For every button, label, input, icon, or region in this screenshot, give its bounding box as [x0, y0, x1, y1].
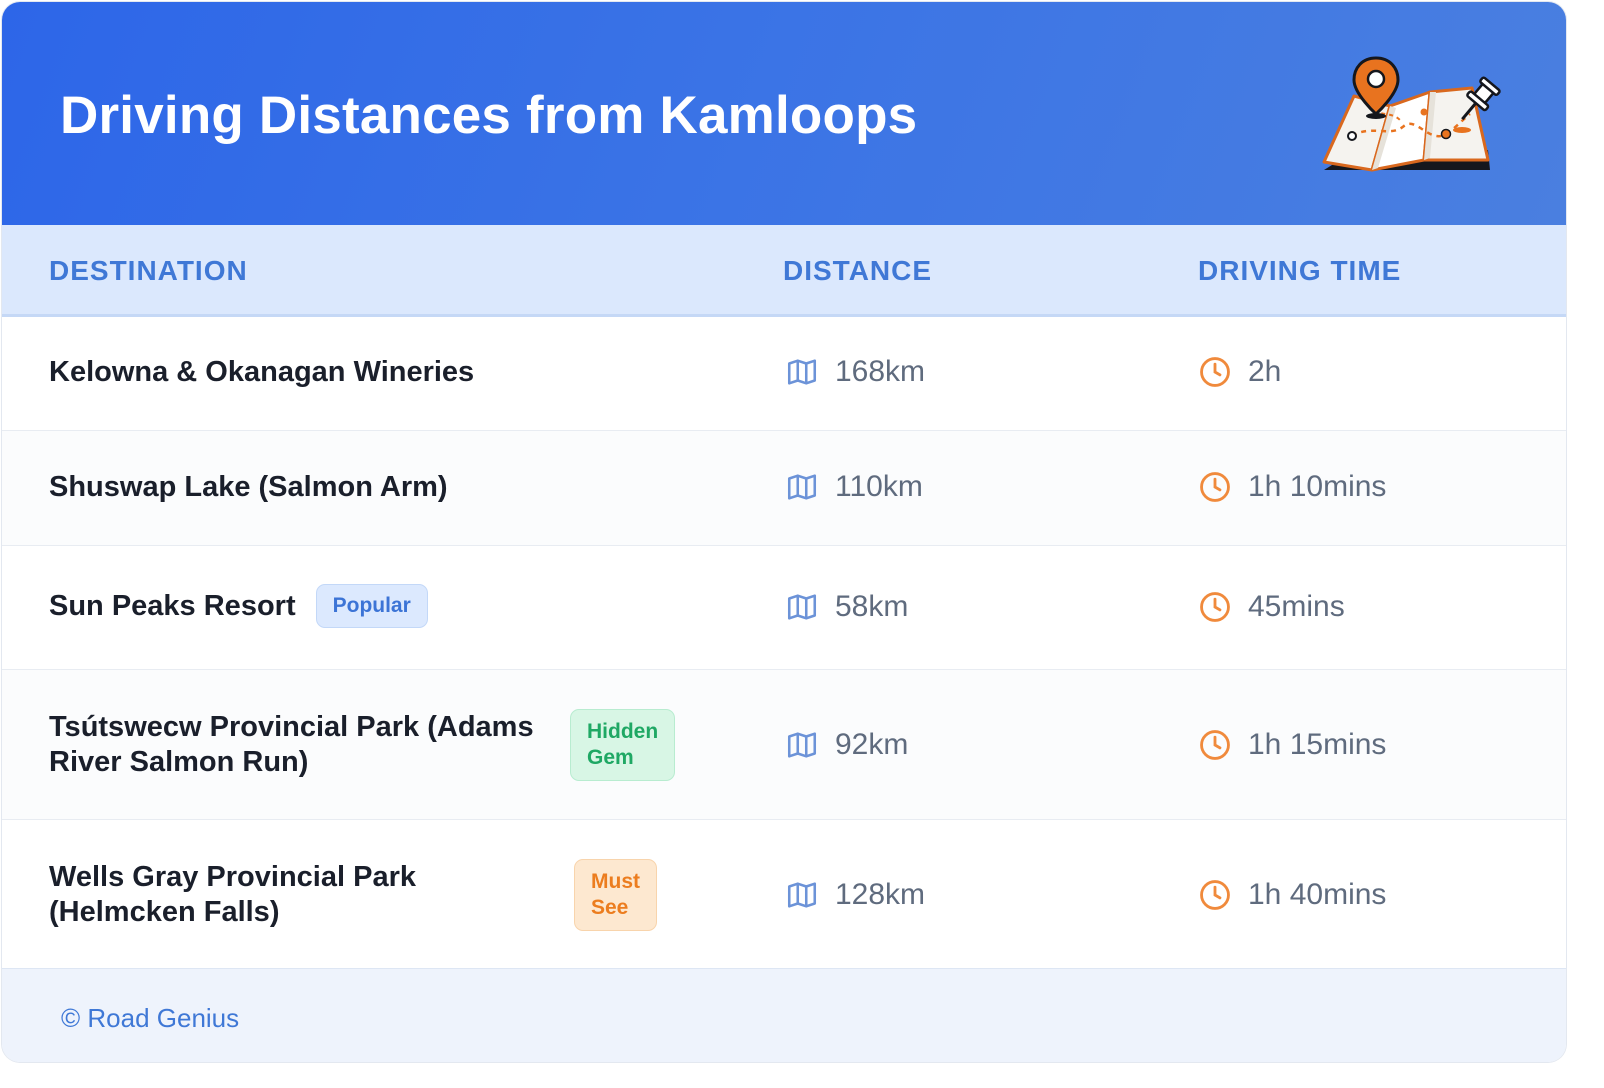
time-cell: 1h 15mins — [1198, 728, 1386, 762]
time-cell: 1h 10mins — [1198, 470, 1386, 504]
clock-icon — [1200, 592, 1230, 622]
column-header-driving-time: DRIVING TIME — [1198, 255, 1402, 286]
map-icon — [787, 594, 817, 620]
hidden-gem-badge: Hidden Gem — [570, 709, 676, 781]
distance-value: 92km — [835, 728, 909, 761]
badge-line-2: Gem — [587, 746, 634, 769]
table-row: Sun Peaks Resort Popular 58km 45mins — [2, 546, 1566, 670]
distance-card: Driving Distances from Kamloops DESTINAT… — [2, 2, 1566, 1062]
destination-name: Sun Peaks Resort — [49, 589, 296, 622]
table-row: Kelowna & Okanagan Wineries 168km 2h — [2, 317, 1566, 431]
footer: © Road Genius — [2, 968, 1566, 1062]
header-banner: Driving Distances from Kamloops — [2, 2, 1566, 225]
badge-line-2: See — [591, 896, 629, 919]
destination-name-line-1: Wells Gray Provincial Park — [49, 861, 416, 893]
distance-cell: 92km — [785, 728, 908, 762]
clock-icon — [1200, 880, 1230, 910]
clock-icon — [1200, 472, 1230, 502]
column-header-destination: DESTINATION — [49, 255, 248, 286]
time-cell: 45mins — [1198, 590, 1345, 624]
map-with-pins-icon — [1322, 56, 1501, 172]
table-row: Wells Gray Provincial Park (Helmcken Fal… — [2, 820, 1566, 967]
badge-line-1: Must — [591, 870, 640, 893]
clock-icon — [1200, 730, 1230, 760]
time-cell: 1h 40mins — [1198, 878, 1386, 912]
destination-cell: Wells Gray Provincial Park (Helmcken Fal… — [49, 860, 416, 930]
distance-cell: 128km — [785, 878, 925, 912]
time-value: 1h 15mins — [1248, 728, 1387, 761]
footer-credit-link[interactable]: © Road Genius — [61, 1003, 239, 1034]
table-row: Shuswap Lake (Salmon Arm) 110km 1h 10min… — [2, 431, 1566, 546]
time-value: 1h 10mins — [1248, 470, 1387, 503]
distance-value: 168km — [835, 355, 926, 388]
table-header: DESTINATION DISTANCE DRIVING TIME — [2, 225, 1566, 317]
destination-name: Kelowna & Okanagan Wineries — [49, 356, 475, 388]
distance-cell: 58km — [785, 590, 908, 624]
map-icon — [787, 882, 817, 908]
distance-cell: 110km — [785, 470, 923, 504]
clock-icon — [1200, 357, 1230, 387]
time-value: 2h — [1248, 355, 1282, 388]
destination-name-line-2: (Helmcken Falls) — [49, 896, 280, 928]
distance-value: 58km — [835, 590, 909, 623]
distance-value: 128km — [835, 878, 926, 911]
table-row: Tsútswecw Provincial Park (Adams River S… — [2, 670, 1566, 820]
badge-line-1: Hidden — [587, 720, 659, 743]
map-icon — [787, 732, 817, 758]
destination-name-line-1: Tsútswecw Provincial Park (Adams — [49, 711, 534, 743]
time-cell: 2h — [1198, 355, 1281, 389]
destination-cell: Sun Peaks Resort Popular — [49, 584, 428, 628]
popular-badge: Popular — [315, 584, 428, 628]
map-icon — [787, 474, 817, 500]
map-icon — [787, 359, 817, 385]
page-title: Driving Distances from Kamloops — [60, 86, 918, 145]
column-header-distance: DISTANCE — [783, 255, 933, 286]
must-see-badge: Must See — [574, 859, 657, 931]
destination-name: Shuswap Lake (Salmon Arm) — [49, 471, 448, 503]
destination-name-line-2: River Salmon Run) — [49, 746, 309, 778]
distance-cell: 168km — [785, 355, 925, 389]
time-value: 1h 40mins — [1248, 878, 1387, 911]
destination-cell: Tsútswecw Provincial Park (Adams River S… — [49, 710, 534, 780]
distance-value: 110km — [835, 470, 923, 503]
time-value: 45mins — [1248, 590, 1345, 623]
